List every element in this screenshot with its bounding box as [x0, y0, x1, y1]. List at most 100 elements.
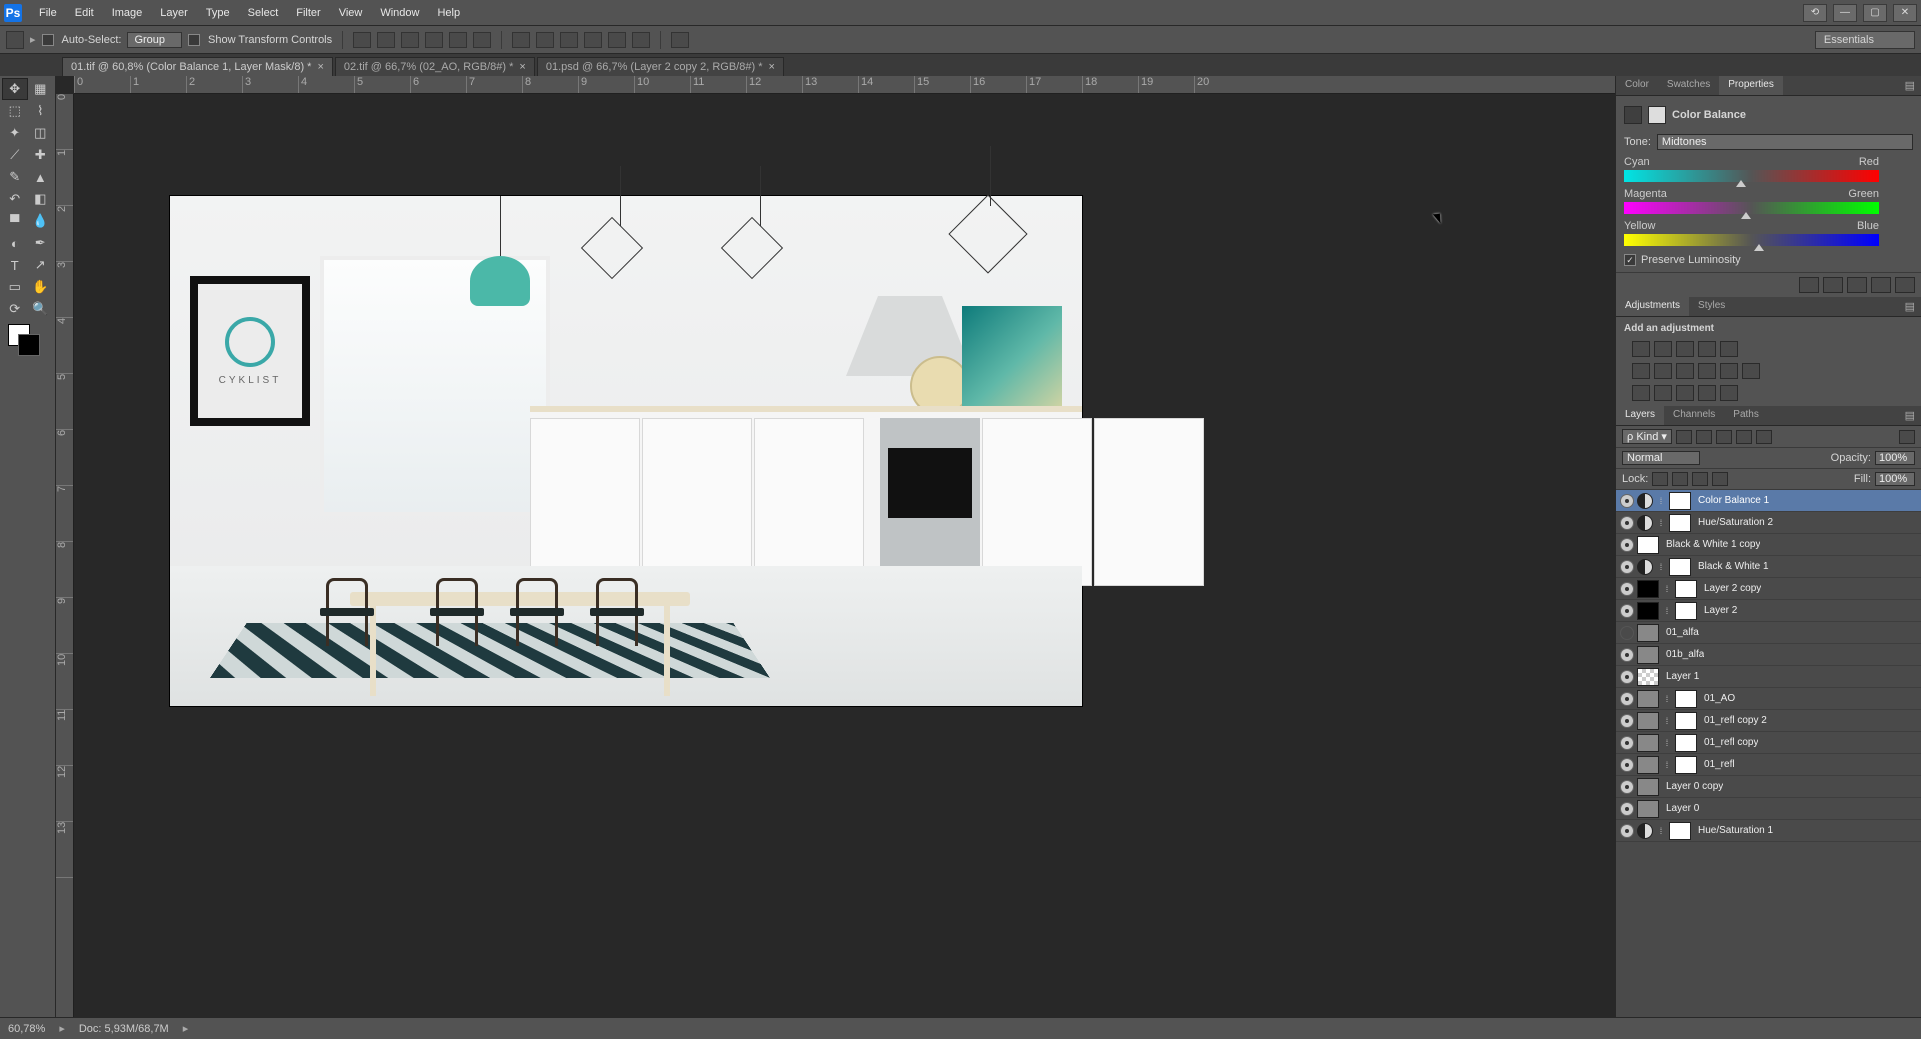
filter-pixel-icon[interactable] — [1676, 430, 1692, 444]
layer-name[interactable]: Layer 0 — [1662, 803, 1699, 814]
layer-thumbnail[interactable] — [1637, 668, 1659, 686]
layer-row[interactable]: ⁞01_AO — [1616, 688, 1921, 710]
visibility-icon[interactable] — [1871, 277, 1891, 293]
eraser-tool[interactable]: ◧ — [28, 188, 54, 210]
layer-thumbnail[interactable] — [1637, 690, 1659, 708]
artboard-tool[interactable]: ▦ — [28, 78, 54, 100]
lock-pixels-icon[interactable] — [1672, 472, 1688, 486]
color-slider[interactable] — [1624, 202, 1879, 214]
layer-thumbnail[interactable] — [1637, 778, 1659, 796]
layer-row[interactable]: 01_alfa — [1616, 622, 1921, 644]
eyedropper-tool[interactable]: ⟋ — [2, 144, 28, 166]
selective-color-adjustment-icon[interactable] — [1720, 385, 1738, 401]
menu-type[interactable]: Type — [197, 7, 239, 19]
distribute-icon[interactable] — [632, 32, 650, 48]
rotate-tool[interactable]: ⟳ — [2, 298, 28, 320]
layer-row[interactable]: ⁞Black & White 1 — [1616, 556, 1921, 578]
visibility-toggle-icon[interactable] — [1620, 538, 1634, 552]
crop-tool[interactable]: ◫ — [28, 122, 54, 144]
document-tab[interactable]: 01.tif @ 60,8% (Color Balance 1, Layer M… — [62, 57, 333, 76]
layer-thumbnail[interactable] — [1637, 580, 1659, 598]
lock-position-icon[interactable] — [1692, 472, 1708, 486]
invert-adjustment-icon[interactable] — [1632, 385, 1650, 401]
layer-row[interactable]: ⁞01_refl copy — [1616, 732, 1921, 754]
visibility-toggle-icon[interactable] — [1620, 714, 1634, 728]
levels-adjustment-icon[interactable] — [1654, 341, 1672, 357]
curves-adjustment-icon[interactable] — [1676, 341, 1694, 357]
lock-transparent-icon[interactable] — [1652, 472, 1668, 486]
panel-tab-styles[interactable]: Styles — [1689, 297, 1734, 316]
color-swatches[interactable] — [8, 324, 48, 360]
sync-icon[interactable]: ⟲ — [1803, 4, 1827, 22]
align-icon[interactable] — [377, 32, 395, 48]
layer-row[interactable]: ⁞01_refl — [1616, 754, 1921, 776]
bw-adjustment-icon[interactable] — [1676, 363, 1694, 379]
distribute-icon[interactable] — [608, 32, 626, 48]
layer-name[interactable]: 01_AO — [1700, 693, 1735, 704]
layer-thumbnail[interactable] — [1637, 734, 1659, 752]
layer-thumbnail[interactable] — [1637, 536, 1659, 554]
layer-mask-thumbnail[interactable] — [1669, 492, 1691, 510]
filter-kind-dropdown[interactable]: ρ Kind ▾ — [1622, 429, 1672, 444]
visibility-toggle-icon[interactable] — [1620, 780, 1634, 794]
layer-row[interactable]: Layer 0 copy — [1616, 776, 1921, 798]
align-icon[interactable] — [401, 32, 419, 48]
align-icon[interactable] — [353, 32, 371, 48]
lookup-adjustment-icon[interactable] — [1742, 363, 1760, 379]
layer-row[interactable]: Black & White 1 copy — [1616, 534, 1921, 556]
layer-mask-thumbnail[interactable] — [1675, 602, 1697, 620]
auto-select-dropdown[interactable]: Group — [127, 32, 182, 48]
zoom-tool[interactable]: 🔍 — [28, 298, 54, 320]
layer-name[interactable]: Layer 1 — [1662, 671, 1699, 682]
layer-name[interactable]: Layer 2 — [1700, 605, 1737, 616]
close-button[interactable]: ✕ — [1893, 4, 1917, 22]
filter-toggle-icon[interactable] — [1899, 430, 1915, 444]
layer-row[interactable]: ⁞01_refl copy 2 — [1616, 710, 1921, 732]
menu-window[interactable]: Window — [371, 7, 428, 19]
menu-view[interactable]: View — [330, 7, 372, 19]
distribute-icon[interactable] — [536, 32, 554, 48]
tone-dropdown[interactable]: Midtones — [1657, 134, 1913, 150]
align-icon[interactable] — [473, 32, 491, 48]
lasso-tool[interactable]: ⌇ — [28, 100, 54, 122]
layer-mask-thumbnail[interactable] — [1675, 756, 1697, 774]
visibility-toggle-icon[interactable] — [1620, 626, 1634, 640]
close-tab-icon[interactable]: × — [768, 61, 774, 73]
filter-adjust-icon[interactable] — [1696, 430, 1712, 444]
visibility-toggle-icon[interactable] — [1620, 494, 1634, 508]
layer-name[interactable]: 01b_alfa — [1662, 649, 1704, 660]
layer-name[interactable]: 01_refl copy — [1700, 737, 1758, 748]
zoom-level[interactable]: 60,78% — [8, 1023, 45, 1035]
distribute-icon[interactable] — [584, 32, 602, 48]
layer-thumbnail[interactable] — [1637, 712, 1659, 730]
auto-select-checkbox[interactable] — [42, 34, 54, 46]
visibility-toggle-icon[interactable] — [1620, 802, 1634, 816]
layer-name[interactable]: Layer 2 copy — [1700, 583, 1761, 594]
layer-name[interactable]: Hue/Saturation 1 — [1694, 825, 1773, 836]
reset-icon[interactable] — [1847, 277, 1867, 293]
slider-value[interactable]: -9 — [1917, 142, 1921, 153]
panel-menu-icon[interactable]: ▤ — [1899, 406, 1921, 425]
visibility-toggle-icon[interactable] — [1620, 582, 1634, 596]
slider-value[interactable]: -4 — [1917, 174, 1921, 185]
3d-mode-icon[interactable] — [671, 32, 689, 48]
dodge-tool[interactable]: ◐ — [2, 232, 28, 254]
menu-file[interactable]: File — [30, 7, 66, 19]
layer-mask-thumbnail[interactable] — [1675, 712, 1697, 730]
layer-thumbnail[interactable] — [1637, 624, 1659, 642]
pen-tool[interactable]: ✒ — [28, 232, 54, 254]
panel-tab-color[interactable]: Color — [1616, 76, 1658, 95]
vibrance-adjustment-icon[interactable] — [1720, 341, 1738, 357]
layer-row[interactable]: ⁞Layer 2 copy — [1616, 578, 1921, 600]
type-tool[interactable]: T — [2, 254, 28, 276]
exposure-adjustment-icon[interactable] — [1698, 341, 1716, 357]
color-slider[interactable] — [1624, 170, 1879, 182]
balance-adjustment-icon[interactable] — [1654, 363, 1672, 379]
layer-name[interactable]: Black & White 1 copy — [1662, 539, 1760, 550]
minimize-button[interactable]: — — [1833, 4, 1857, 22]
visibility-toggle-icon[interactable] — [1620, 692, 1634, 706]
status-arrow-icon[interactable]: ▸ — [59, 1022, 65, 1035]
filter-smart-icon[interactable] — [1756, 430, 1772, 444]
layer-name[interactable]: Layer 0 copy — [1662, 781, 1723, 792]
blur-tool[interactable]: 💧 — [28, 210, 54, 232]
